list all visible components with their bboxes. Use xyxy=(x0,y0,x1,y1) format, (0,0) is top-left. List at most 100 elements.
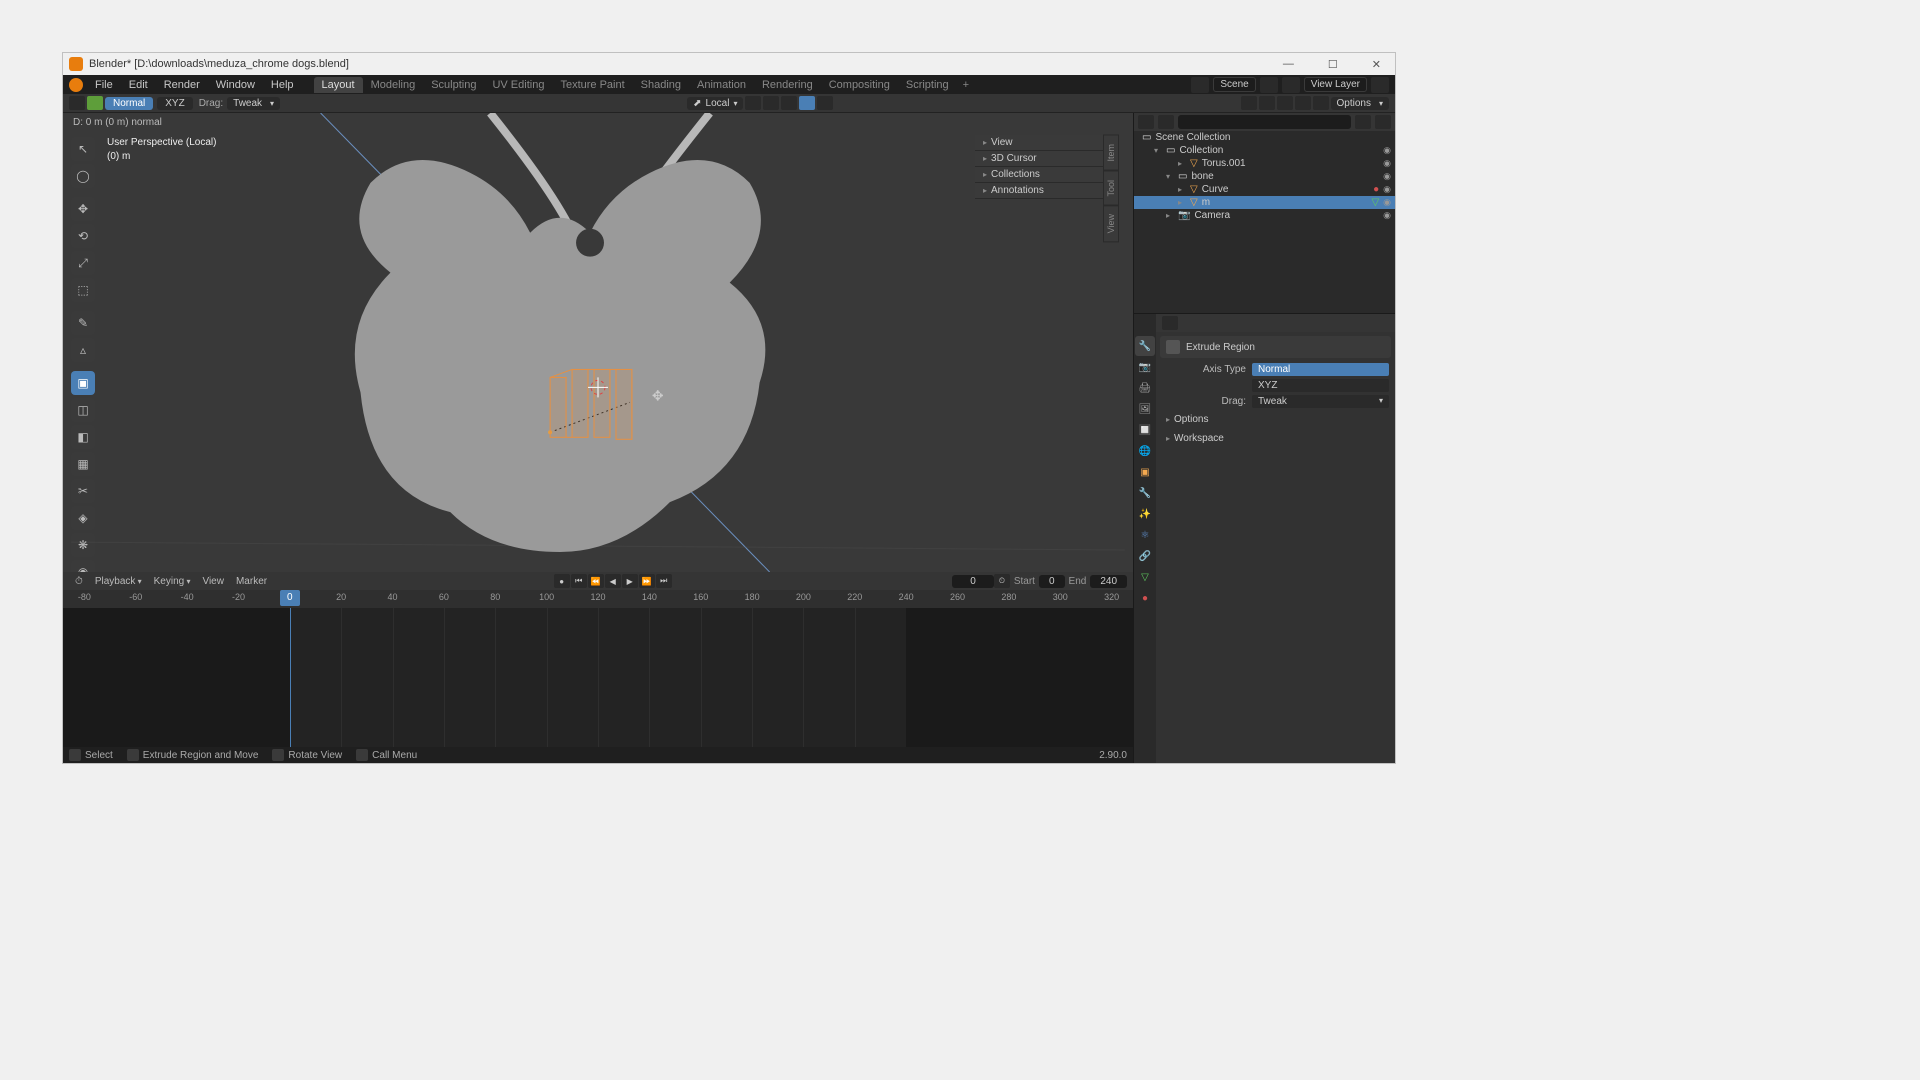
npanel-tab-tool[interactable]: Tool xyxy=(1103,171,1119,206)
play-icon[interactable]: ▶ xyxy=(622,574,638,588)
outliner-item-curve[interactable]: ▸ ▽ Curve ● ◉ xyxy=(1134,183,1395,196)
ws-tab-layout[interactable]: Layout xyxy=(314,77,363,93)
timeline-keying-menu[interactable]: Keying xyxy=(148,576,197,587)
ws-tab-uv[interactable]: UV Editing xyxy=(484,77,552,93)
autokey-icon[interactable]: ● xyxy=(554,574,570,588)
outliner-new-collection-icon[interactable] xyxy=(1375,115,1391,129)
editmode-icon[interactable] xyxy=(87,96,103,110)
prop-tab-object-icon[interactable]: ▣ xyxy=(1135,462,1155,482)
app-icon[interactable] xyxy=(69,78,83,92)
pivot-dropdown-icon[interactable] xyxy=(745,96,761,110)
start-frame-field[interactable]: 0 xyxy=(1039,575,1065,588)
orientation-dropdown[interactable]: ⬈Local▾ xyxy=(687,97,743,110)
viewlayer-browse-icon[interactable] xyxy=(1282,77,1300,93)
3d-viewport[interactable]: D: 0 m (0 m) normal User Perspective (Lo… xyxy=(63,113,1133,572)
timeline-ruler[interactable]: -80 -60 -40 -20 0 20 40 60 80 100 120 14… xyxy=(63,590,1133,608)
menu-render[interactable]: Render xyxy=(156,79,208,91)
prop-tab-render-icon[interactable]: 📷 xyxy=(1135,357,1155,377)
scene-browse-icon[interactable] xyxy=(1191,77,1209,93)
xray-toggle-icon[interactable] xyxy=(1313,96,1329,110)
outliner-item-torus[interactable]: ▸ ▽ Torus.001 ◉ xyxy=(1134,157,1395,170)
ws-tab-rendering[interactable]: Rendering xyxy=(754,77,821,93)
jump-end-icon[interactable]: ⏭ xyxy=(656,574,672,588)
mesh-automerge-icon[interactable] xyxy=(1241,96,1257,110)
timeline-view-menu[interactable]: View xyxy=(196,576,230,587)
outliner-collection[interactable]: ▾ ▭ Collection ◉ xyxy=(1134,144,1395,157)
snap-toggle-icon[interactable] xyxy=(763,96,779,110)
ws-tab-compositing[interactable]: Compositing xyxy=(821,77,898,93)
prop-tab-material-icon[interactable]: ● xyxy=(1135,588,1155,608)
timeline-playback-menu[interactable]: Playback xyxy=(89,576,148,587)
drag-dropdown[interactable]: Tweak▾ xyxy=(227,97,280,110)
next-key-icon[interactable]: ⏩ xyxy=(639,574,655,588)
npanel-annotations[interactable]: Annotations xyxy=(975,183,1105,199)
proportional-falloff-icon[interactable] xyxy=(817,96,833,110)
ws-tab-shading[interactable]: Shading xyxy=(633,77,689,93)
options-dropdown[interactable]: Options▾ xyxy=(1331,97,1389,110)
scene-selector[interactable]: Scene xyxy=(1213,77,1255,92)
prop-tab-viewlayer-icon[interactable]: 🖼 xyxy=(1135,399,1155,419)
menu-window[interactable]: Window xyxy=(208,79,263,91)
outliner-item-m[interactable]: ▸ ▽ m ▽ ◉ xyxy=(1134,196,1395,209)
ws-tab-texture[interactable]: Texture Paint xyxy=(552,77,632,93)
outliner-scene-collection[interactable]: ▭ Scene Collection xyxy=(1134,131,1395,144)
outliner-display-icon[interactable] xyxy=(1158,115,1174,129)
timeline-editor-icon[interactable]: ⏱ xyxy=(69,576,89,587)
npanel-collections[interactable]: Collections xyxy=(975,167,1105,183)
titlebar[interactable]: Blender* [D:\downloads\meduza_chrome dog… xyxy=(63,53,1395,75)
xray-y-icon[interactable] xyxy=(1277,96,1293,110)
prop-tab-physics-icon[interactable]: ⚛ xyxy=(1135,525,1155,545)
ws-tab-animation[interactable]: Animation xyxy=(689,77,754,93)
outliner-filter-icon[interactable] xyxy=(1355,115,1371,129)
editmode-selector-icon[interactable] xyxy=(69,96,85,110)
axis-normal-option[interactable]: Normal xyxy=(1252,363,1389,376)
outliner-item-camera[interactable]: ▸ 📷 Camera ◉ xyxy=(1134,209,1395,222)
play-rev-icon[interactable]: ◀ xyxy=(605,574,621,588)
ws-tab-modeling[interactable]: Modeling xyxy=(363,77,424,93)
close-button[interactable]: ✕ xyxy=(1364,58,1389,71)
ws-tab-scripting[interactable]: Scripting xyxy=(898,77,957,93)
prop-drag-dropdown[interactable]: Tweak xyxy=(1252,395,1389,408)
prop-section-workspace[interactable]: Workspace xyxy=(1160,431,1391,446)
outliner-editor-icon[interactable] xyxy=(1138,115,1154,129)
jump-start-icon[interactable]: ⏮ xyxy=(571,574,587,588)
scene-new-icon[interactable] xyxy=(1260,77,1278,93)
axis-xyz-option[interactable]: XYZ xyxy=(1252,379,1389,392)
properties-editor-icon[interactable] xyxy=(1162,316,1178,330)
prop-tab-modifier-icon[interactable]: 🔧 xyxy=(1135,483,1155,503)
prop-tab-world-icon[interactable]: 🌐 xyxy=(1135,441,1155,461)
preview-range-icon[interactable]: ⏲ xyxy=(994,574,1010,588)
ws-tab-sculpting[interactable]: Sculpting xyxy=(423,77,484,93)
npanel-tab-view[interactable]: View xyxy=(1103,205,1119,242)
npanel-tab-item[interactable]: Item xyxy=(1103,135,1119,171)
npanel-3dcursor[interactable]: 3D Cursor xyxy=(975,151,1105,167)
current-frame-field[interactable]: 0 xyxy=(952,575,994,588)
proportional-toggle-icon[interactable] xyxy=(799,96,815,110)
prop-tab-particles-icon[interactable]: ✨ xyxy=(1135,504,1155,524)
menu-edit[interactable]: Edit xyxy=(121,79,156,91)
minimize-button[interactable]: — xyxy=(1275,58,1302,71)
menu-file[interactable]: File xyxy=(87,79,121,91)
timeline-marker-menu[interactable]: Marker xyxy=(230,576,273,587)
prop-tab-mesh-icon[interactable]: ▽ xyxy=(1135,567,1155,587)
axis-xyz-button[interactable]: XYZ xyxy=(157,97,192,110)
end-frame-field[interactable]: 240 xyxy=(1090,575,1127,588)
prop-tab-output-icon[interactable]: 🖨 xyxy=(1135,378,1155,398)
prop-tab-tool-icon[interactable]: 🔧 xyxy=(1135,336,1155,356)
playhead-badge[interactable]: 0 xyxy=(280,590,300,606)
prop-section-options[interactable]: Options xyxy=(1160,412,1391,427)
maximize-button[interactable]: ☐ xyxy=(1320,58,1346,71)
ws-add-button[interactable]: + xyxy=(957,77,975,93)
npanel-view[interactable]: View xyxy=(975,135,1105,151)
menu-help[interactable]: Help xyxy=(263,79,302,91)
xray-z-icon[interactable] xyxy=(1295,96,1311,110)
outliner-search-input[interactable] xyxy=(1178,115,1351,129)
axis-normal-button[interactable]: Normal xyxy=(105,97,153,110)
prev-key-icon[interactable]: ⏪ xyxy=(588,574,604,588)
xray-x-icon[interactable] xyxy=(1259,96,1275,110)
timeline-body[interactable] xyxy=(63,608,1133,747)
viewlayer-new-icon[interactable] xyxy=(1371,77,1389,93)
prop-tab-constraints-icon[interactable]: 🔗 xyxy=(1135,546,1155,566)
viewlayer-selector[interactable]: View Layer xyxy=(1304,77,1367,92)
snap-options-icon[interactable] xyxy=(781,96,797,110)
